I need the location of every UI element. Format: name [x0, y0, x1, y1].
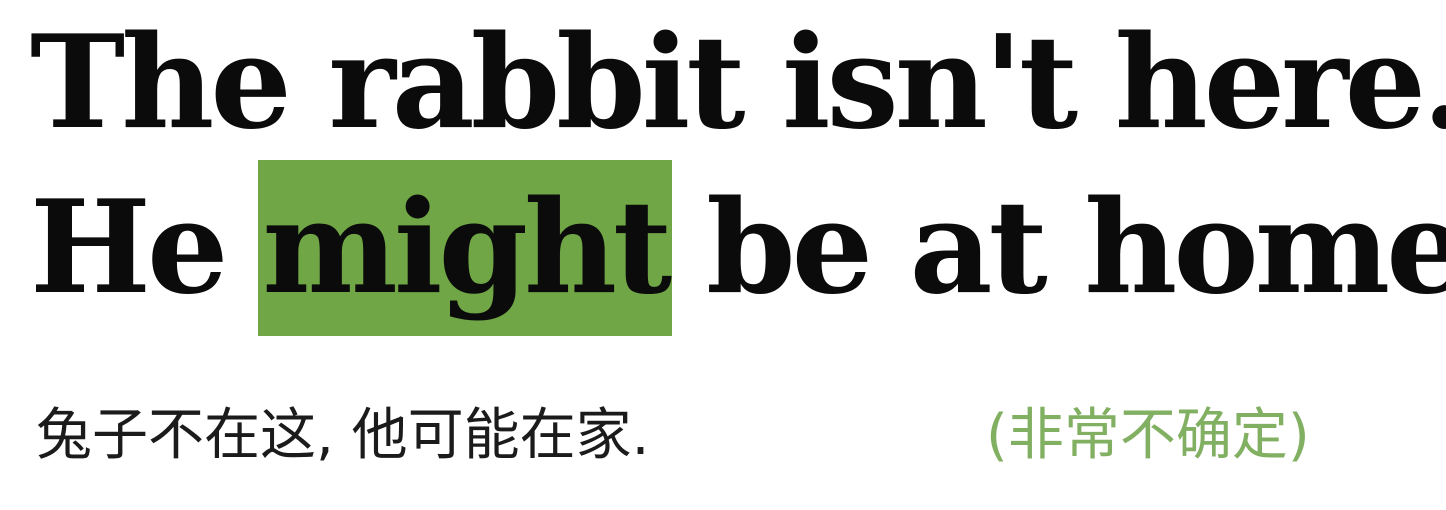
- sentence-two: He might be at home.: [30, 160, 1446, 336]
- chinese-translation: 兔子不在这, 他可能在家.: [36, 403, 650, 468]
- sentence-two-after: be at home.: [706, 173, 1446, 323]
- sentence-two-before: He: [30, 173, 228, 323]
- sentence-one: The rabbit isn't here.: [30, 8, 1446, 158]
- certainty-note: (非常不确定): [986, 403, 1310, 468]
- slide: The rabbit isn't here. He might be at home…: [0, 0, 1446, 510]
- highlighted-word: might: [258, 160, 673, 336]
